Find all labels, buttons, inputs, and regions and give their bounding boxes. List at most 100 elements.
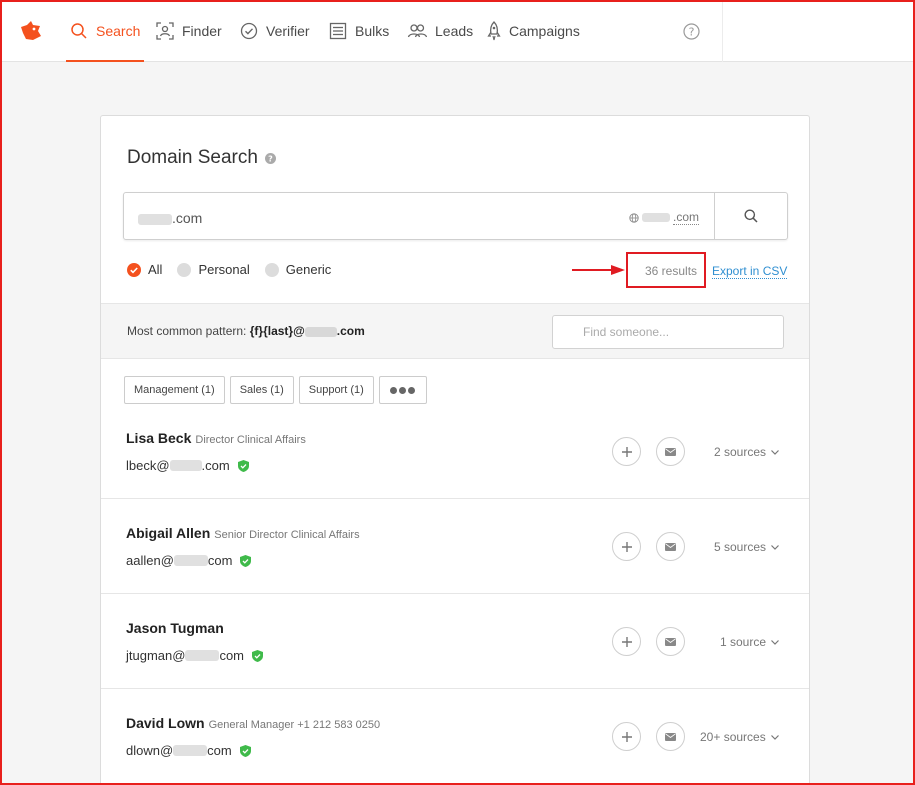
person-row: Jason Tugman jtugman@ com 1 source (101, 594, 809, 689)
email-button[interactable] (656, 532, 685, 561)
sources-toggle[interactable]: 20+ sources (700, 730, 779, 744)
person-title: General Manager +1 212 583 0250 (208, 719, 381, 731)
nav-verifier[interactable]: Verifier (240, 0, 310, 62)
chevron-down-icon (771, 449, 779, 455)
dept-support[interactable]: Support (1) (298, 376, 374, 404)
people-icon (407, 24, 427, 38)
email-suffix: com (207, 553, 233, 568)
person-name: Jason Tugman (126, 620, 228, 636)
sources-toggle[interactable]: 5 sources (714, 540, 779, 554)
type-filters: All Personal Generic (127, 262, 346, 277)
sources-toggle[interactable]: 2 sources (714, 445, 779, 459)
domain-suffix: .com (172, 210, 203, 226)
sources-label: 1 source (720, 635, 767, 649)
nav-bulks-label: Bulks (355, 23, 390, 39)
add-lead-button[interactable] (612, 437, 641, 466)
email-prefix: aallen@ (126, 553, 174, 568)
redacted-domain (169, 460, 202, 471)
person-row: Lisa Beck Director Clinical Affairs lbeck… (101, 404, 809, 499)
email-prefix: jtugman@ (126, 648, 186, 663)
filter-all[interactable]: All (127, 262, 162, 277)
person-row: Abigail Allen Senior Director Clinical Af… (101, 499, 809, 594)
person-email[interactable]: lbeck@ .com (126, 458, 249, 473)
chevron-down-icon (770, 734, 779, 740)
verified-shield-icon (240, 554, 252, 567)
nav-leads-label: Leads (435, 23, 474, 39)
rocket-icon (487, 21, 501, 41)
nav-search-label: Search (96, 23, 141, 39)
redacted-domain (185, 650, 220, 661)
sources-toggle[interactable]: 1 source (720, 635, 779, 649)
search-icon (71, 23, 87, 39)
filter-generic[interactable]: Generic (264, 262, 332, 277)
email-button[interactable] (656, 722, 685, 751)
add-lead-button[interactable] (612, 627, 641, 656)
add-lead-button[interactable] (612, 722, 641, 751)
svg-text:?: ? (268, 155, 273, 164)
chevron-down-icon (771, 639, 779, 645)
nav-leads[interactable]: Leads (407, 0, 473, 62)
pattern-suffix: .com (336, 324, 365, 338)
nav-divider (722, 0, 723, 62)
add-lead-button[interactable] (612, 532, 641, 561)
person-email[interactable]: aallen@ com (126, 553, 252, 568)
pattern-value: {f}{last}@ (249, 324, 305, 338)
nav-search[interactable]: Search (65, 0, 145, 62)
radio-icon[interactable] (177, 262, 192, 277)
sources-label: 2 sources (714, 445, 767, 459)
plus-icon (621, 446, 632, 457)
person-name: David Lown General Manager +1 212 583 025… (126, 715, 380, 731)
domain-search-box[interactable]: .com .com (123, 192, 788, 240)
envelope-icon (665, 447, 676, 456)
page-title: Domain Search (127, 147, 258, 168)
nav-finder-label: Finder (182, 23, 222, 39)
redacted-domain (138, 213, 172, 225)
pattern-bar: Most common pattern: {f}{last}@ .com (101, 303, 809, 359)
find-someone-input[interactable] (552, 315, 784, 349)
redacted-domain (304, 326, 337, 337)
dot-icon (390, 386, 398, 394)
plus-icon (621, 731, 632, 742)
person-name: Abigail Allen Senior Director Clinical Af… (126, 525, 360, 541)
verified-shield-icon (252, 649, 264, 662)
more-departments-button[interactable] (378, 376, 427, 404)
filter-all-label: All (148, 262, 163, 277)
radio-checked-icon[interactable] (127, 262, 141, 277)
nav-bulks[interactable]: Bulks (329, 0, 389, 62)
filter-generic-label: Generic (285, 262, 332, 277)
results-count: 36 results (645, 264, 698, 278)
redacted-domain (173, 745, 208, 756)
domain-tag[interactable]: .com (629, 210, 700, 225)
email-button[interactable] (656, 627, 685, 656)
fox-logo-icon[interactable] (18, 18, 44, 44)
radio-icon[interactable] (264, 262, 279, 277)
person-email[interactable]: jtugman@ com (126, 648, 264, 663)
department-filters: Management (1) Sales (1) Support (1) (124, 376, 427, 404)
person-name-text: Abigail Allen (126, 525, 211, 541)
redacted-domain (173, 555, 208, 566)
dept-management[interactable]: Management (1) (124, 376, 225, 404)
help-icon[interactable]: ? (683, 23, 700, 40)
email-button[interactable] (656, 437, 685, 466)
question-icon[interactable]: ? (265, 153, 276, 164)
nav-campaigns-label: Campaigns (509, 23, 580, 39)
nav-campaigns[interactable]: Campaigns (487, 0, 580, 62)
dot-icon (399, 386, 407, 394)
nav-finder[interactable]: Finder (156, 0, 222, 62)
person-row: David Lown General Manager +1 212 583 025… (101, 689, 809, 784)
filter-personal-label: Personal (198, 262, 250, 277)
person-title: Senior Director Clinical Affairs (214, 529, 360, 541)
redacted-domain (642, 213, 670, 222)
search-button[interactable] (714, 193, 787, 239)
domain-search-input[interactable]: .com (138, 210, 202, 226)
person-name-text: David Lown (126, 715, 205, 731)
filter-personal[interactable]: Personal (177, 262, 250, 277)
envelope-icon (665, 732, 676, 741)
red-arrow-annotation (572, 265, 625, 275)
email-prefix: lbeck@ (126, 458, 170, 473)
person-name: Lisa Beck Director Clinical Affairs (126, 430, 306, 446)
person-email[interactable]: dlown@ com (126, 743, 251, 758)
email-suffix: .com (201, 458, 230, 473)
export-csv-link[interactable]: Export in CSV (712, 264, 788, 279)
dept-sales[interactable]: Sales (1) (229, 376, 294, 404)
